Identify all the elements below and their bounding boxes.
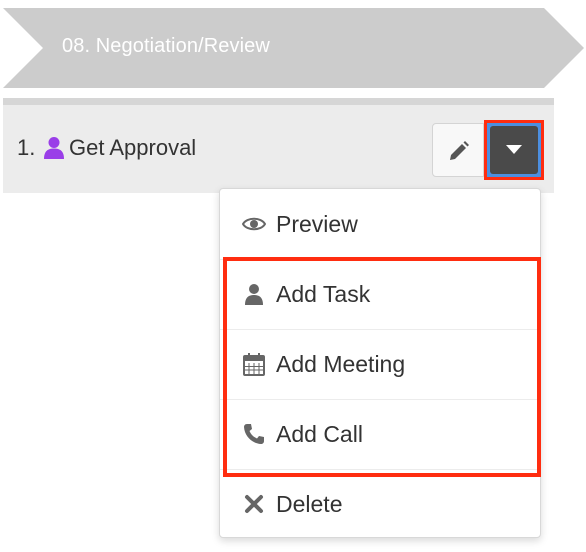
eye-icon: [242, 217, 266, 231]
menu-item-label: Delete: [276, 491, 343, 517]
menu-item-label: Add Call: [276, 421, 363, 447]
close-icon: [245, 495, 263, 513]
menu-item-label: Add Task: [276, 281, 371, 307]
dropdown-toggle-button[interactable]: [490, 126, 538, 174]
activity-number: 1.: [17, 135, 36, 160]
stage-view: 08. Negotiation/Review 1. Get Approval P: [0, 0, 586, 552]
edit-button[interactable]: [432, 123, 484, 177]
caret-down-icon: [506, 145, 522, 154]
person-icon: [44, 137, 64, 159]
menu-item-add-call[interactable]: Add Call: [220, 399, 540, 469]
menu-item-label: Add Meeting: [276, 351, 406, 377]
menu-item-add-meeting[interactable]: Add Meeting: [220, 329, 540, 399]
pencil-icon: [450, 141, 469, 160]
activity-title[interactable]: Get Approval: [69, 135, 196, 161]
phone-icon: [244, 424, 264, 444]
row-divider: [3, 98, 554, 105]
actions-dropdown-menu: Preview Add Task Add Meeting Add Call De…: [219, 188, 541, 538]
person-icon: [245, 284, 263, 305]
menu-item-add-task[interactable]: Add Task: [220, 259, 540, 329]
menu-item-label: Preview: [276, 211, 358, 237]
stage-title: 08. Negotiation/Review: [62, 35, 270, 57]
calendar-icon: [243, 353, 265, 376]
menu-item-delete[interactable]: Delete: [220, 469, 540, 539]
menu-item-preview[interactable]: Preview: [220, 189, 540, 259]
